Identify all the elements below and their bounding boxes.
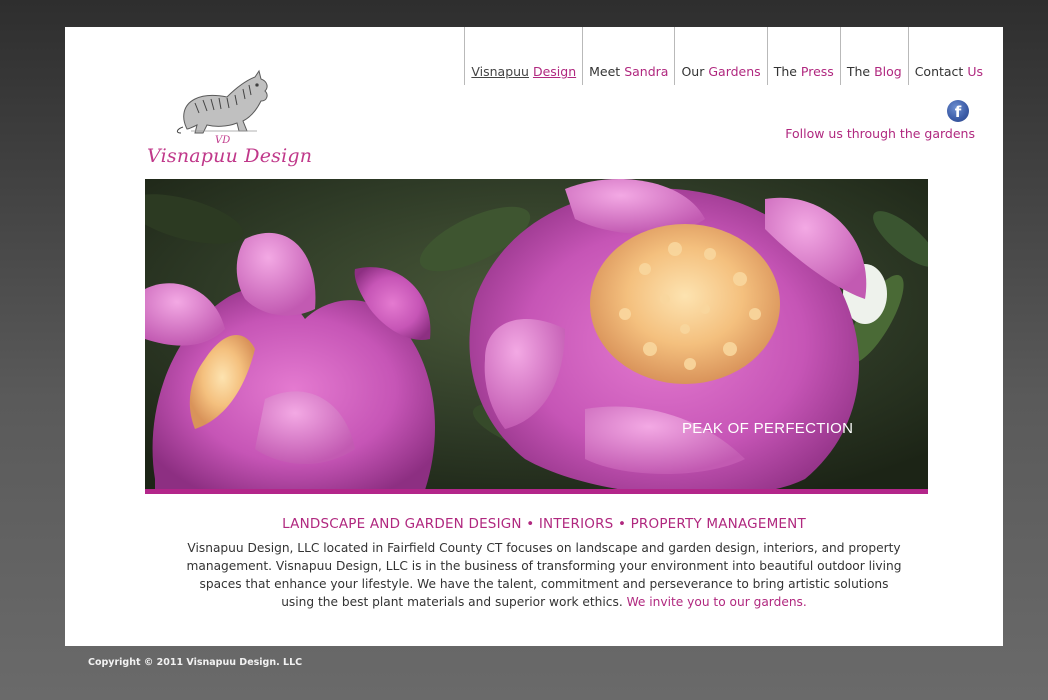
nav-item-label-accent: Press [800, 64, 834, 79]
nav-item-label-accent: Us [967, 64, 983, 79]
page-container: Visnapuu Design Meet Sandra Our Gardens … [65, 27, 1003, 646]
invite-link[interactable]: We invite you to our gardens. [627, 595, 807, 609]
nav-item-label: The [846, 64, 871, 79]
nav-item-label-accent: Gardens [708, 64, 761, 79]
facebook-icon[interactable]: f [947, 100, 969, 122]
main-nav: Visnapuu Design Meet Sandra Our Gardens … [464, 27, 989, 85]
nav-item-label: The [773, 64, 797, 79]
services-tagline: LANDSCAPE AND GARDEN DESIGN • INTERIORS … [282, 516, 806, 532]
nav-item-visnapuu-design[interactable]: Visnapuu Design [464, 27, 582, 85]
nav-item-meet-sandra[interactable]: Meet Sandra [582, 27, 674, 85]
logo-wordmark: Visnapuu Design [147, 145, 313, 167]
nav-item-our-gardens[interactable]: Our Gardens [674, 27, 766, 85]
follow-link[interactable]: Follow us through the gardens [785, 126, 975, 141]
hero-accent-bar [145, 489, 928, 494]
hero-image [145, 179, 928, 490]
hero-caption: PEAK OF PERFECTION [682, 420, 854, 437]
nav-item-the-press[interactable]: The Press [766, 27, 840, 85]
nav-item-label: Meet [589, 64, 621, 79]
site-logo[interactable]: VD Visnapuu Design [147, 67, 313, 179]
nav-item-label: Contact [914, 64, 964, 79]
nav-item-label: Visnapuu [471, 64, 529, 79]
nav-item-label-accent: Sandra [624, 64, 669, 79]
nav-item-contact-us[interactable]: Contact Us [907, 27, 989, 85]
nav-item-label: Our [681, 64, 705, 79]
copyright-text: Copyright © 2011 Visnapuu Design. LLC [88, 657, 303, 668]
intro-paragraph: Visnapuu Design, LLC located in Fairfiel… [185, 539, 903, 611]
nav-item-the-blog[interactable]: The Blog [839, 27, 908, 85]
nav-item-label-accent: Blog [874, 64, 902, 79]
peony-flowers-illustration [145, 179, 928, 490]
nav-item-label-accent: Design [532, 64, 577, 79]
